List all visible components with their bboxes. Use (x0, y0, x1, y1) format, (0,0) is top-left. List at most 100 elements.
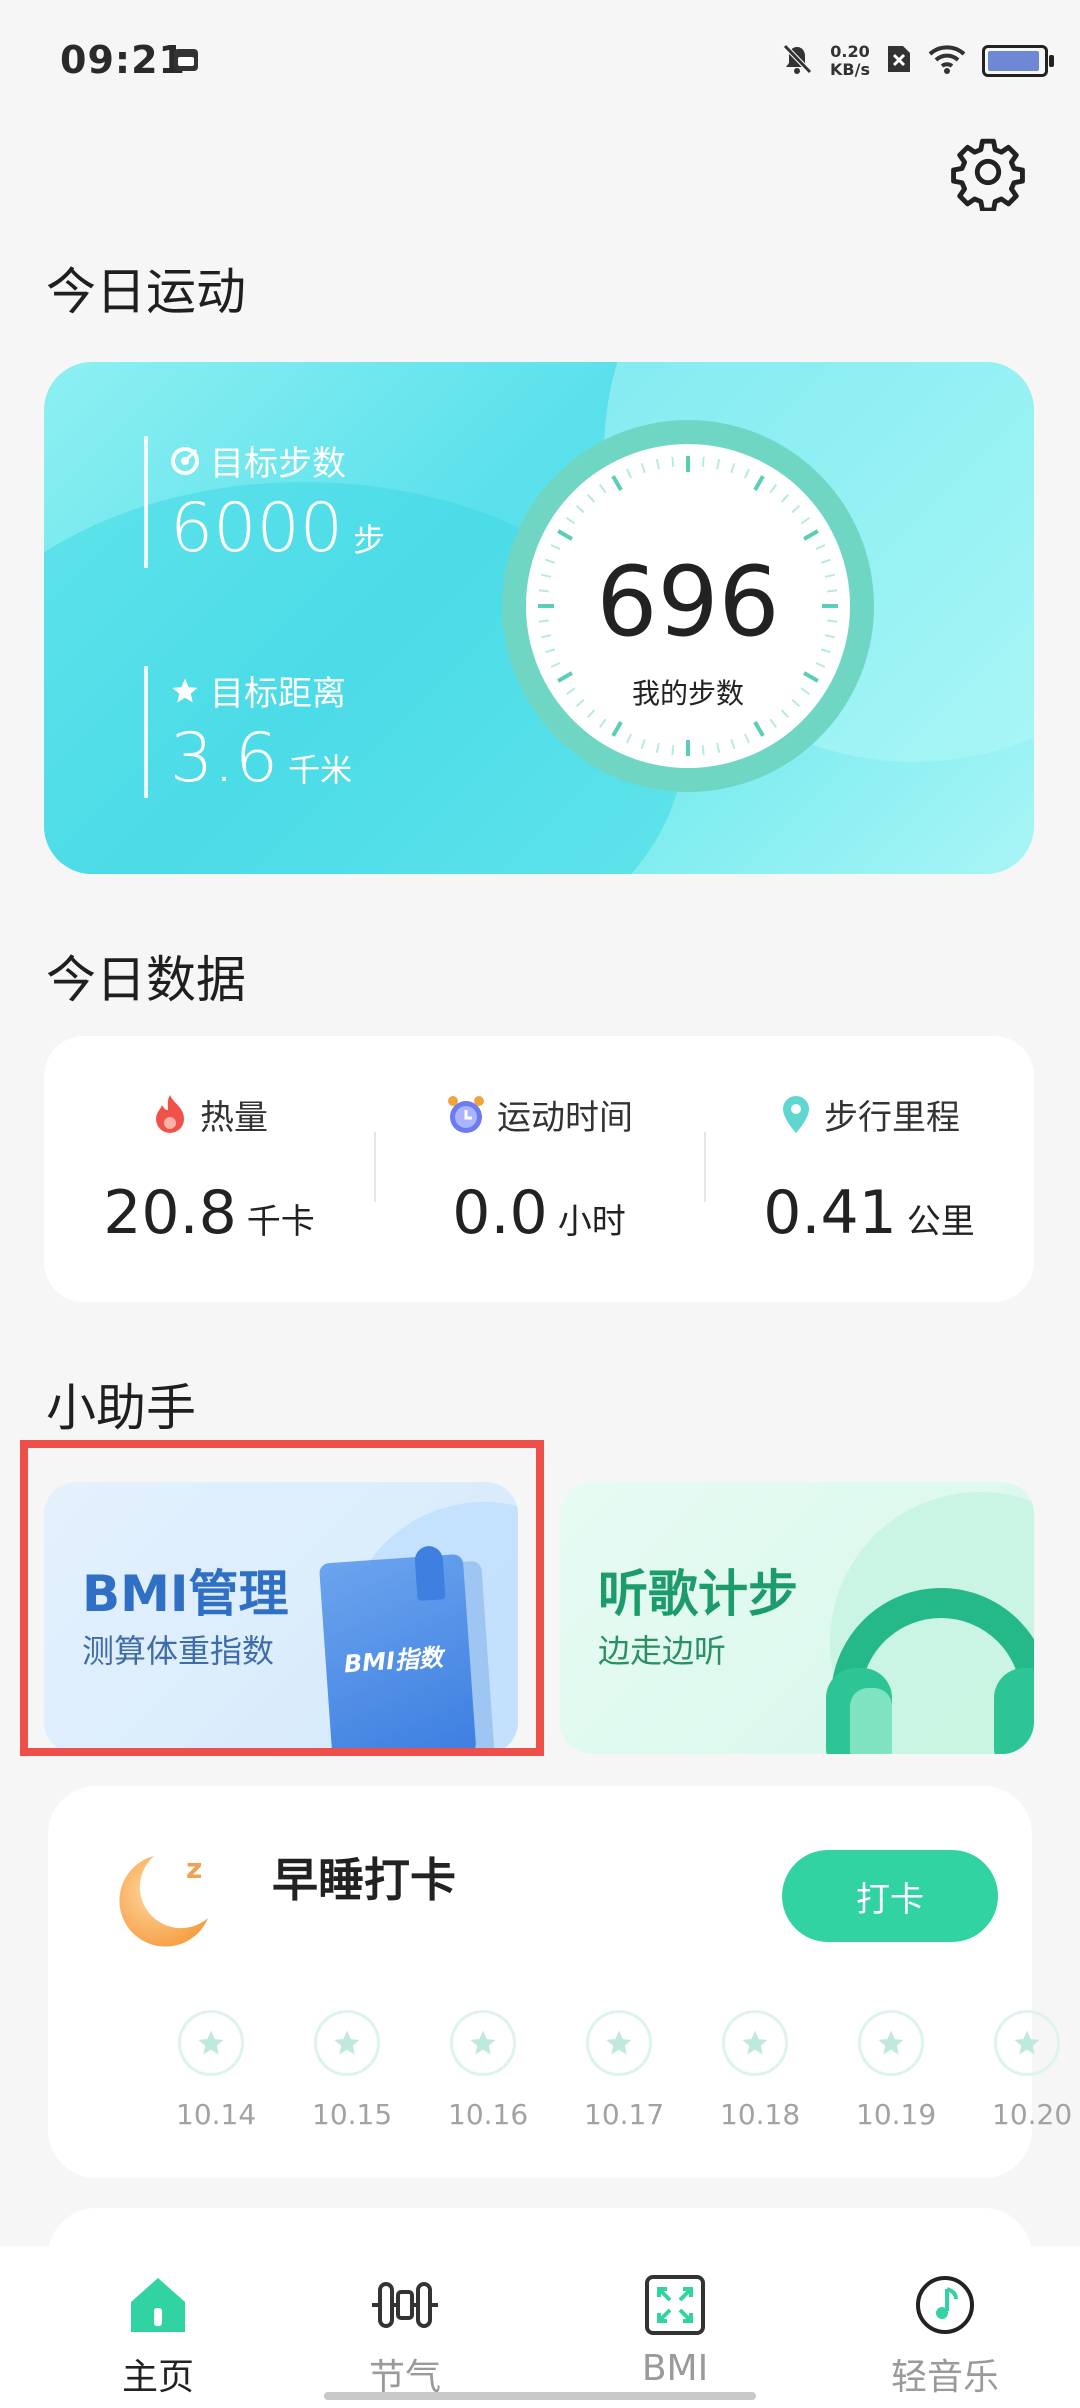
settings-button[interactable] (940, 124, 1036, 220)
checkin-day: 10.19 (856, 2010, 937, 2131)
checkin-day-date: 10.20 (992, 2098, 1073, 2131)
dial-tick (566, 517, 576, 525)
dial-tick (671, 456, 675, 467)
dial-tick (599, 484, 607, 494)
dial-tick (769, 484, 777, 494)
svg-text:z: z (186, 1852, 202, 1885)
sleep-checkin-card: z 早睡打卡 打卡 10.14 10.15 10.16 10.17 10.18 10.19… (48, 1786, 1072, 2178)
dial-tick (753, 721, 765, 737)
nav-bmi[interactable]: BMI (575, 2270, 775, 2389)
checkin-day-date: 10.19 (856, 2098, 937, 2131)
checkin-day-date: 10.15 (312, 2098, 393, 2131)
music-card-subtitle: 边走边听 (598, 1632, 727, 1670)
dial-tick (640, 463, 646, 474)
home-icon (131, 2278, 185, 2332)
checkin-day: 10.15 (312, 2010, 393, 2131)
nav-light-music[interactable]: 轻音乐 (845, 2270, 1045, 2400)
walking-distance-label: 步行里程 (824, 1098, 960, 1138)
calories-label: 热量 (200, 1098, 268, 1138)
target-steps-unit: 步 (353, 521, 386, 559)
checkin-day: 10.16 (448, 2010, 528, 2131)
music-steps-card[interactable]: 听歌计步 边走边听 (560, 1482, 1034, 1754)
dial-tick (575, 504, 585, 514)
dial-tick (640, 738, 646, 749)
mute-bell-icon (780, 42, 814, 80)
target-steps-value: 6000 (170, 489, 344, 568)
checkin-day: 10.20 (992, 2010, 1073, 2131)
star-icon (742, 2030, 768, 2055)
checkin-day-date: 10.14 (176, 2098, 257, 2131)
target-distance-label: 目标距离 (210, 674, 346, 714)
net-speed-unit: KB/s (830, 60, 870, 79)
target-distance-value: 3.6 (170, 719, 279, 798)
nav-home-label: 主页 (121, 2357, 194, 2398)
dial-tick (557, 529, 573, 541)
music-card-title: 听歌计步 (598, 1565, 798, 1623)
exercise-time-unit: 小时 (557, 1202, 626, 1242)
dial-tick (753, 475, 765, 491)
star-icon (878, 2030, 904, 2055)
day-star-badge (858, 2010, 924, 2076)
dumbbell-icon (372, 2282, 438, 2328)
nav-home[interactable]: 主页 (58, 2270, 258, 2400)
battery-icon (982, 45, 1054, 77)
dial-tick (716, 459, 721, 470)
home-indicator (324, 2392, 756, 2400)
status-icons: 0.20 KB/s (780, 36, 1054, 86)
dial-tick (744, 468, 750, 479)
star-icon (334, 2030, 360, 2055)
step-dial: 696 我的步数 (502, 420, 874, 792)
walking-distance-stat: 步行里程 0.41 公里 (704, 1036, 1034, 1302)
calories-stat: 热量 20.8 千卡 (44, 1036, 374, 1302)
dial-tick (550, 662, 561, 668)
target-steps: 目标步数 6000 步 (144, 436, 385, 568)
star-icon (606, 2030, 632, 2055)
checkin-day: 10.17 (584, 2010, 665, 2131)
today-data-card: 热量 20.8 千卡 运动时间 0.0 小时 步行里程 0.41 公里 (44, 1036, 1034, 1302)
checkin-button[interactable]: 打卡 (782, 1850, 998, 1942)
dial-tick (599, 718, 607, 728)
calories-unit: 千卡 (246, 1202, 315, 1242)
target-icon (171, 446, 199, 475)
headphones-icon (826, 1588, 1034, 1754)
day-star-badge (586, 2010, 652, 2076)
my-steps-label: 我的步数 (631, 677, 744, 710)
day-star-badge (450, 2010, 516, 2076)
assistant-title: 小助手 (46, 1379, 196, 1437)
activity-card[interactable]: 目标步数 6000 步 目标距离 3.6 千米 696 我的步数 (44, 362, 1034, 874)
exercise-time-label: 运动时间 (497, 1098, 633, 1138)
checkin-day-date: 10.18 (720, 2098, 801, 2131)
calories-value: 20.8 (103, 1178, 237, 1248)
bmi-card-highlight (20, 1440, 544, 1756)
nav-solar-terms[interactable]: 节气 (305, 2270, 505, 2400)
moon-sleep-icon: z (119, 1852, 208, 1947)
exercise-time-stat: 运动时间 0.0 小时 (374, 1036, 704, 1302)
dial-tick (626, 468, 632, 479)
net-speed-value: 0.20 (830, 42, 870, 61)
checkin-day: 10.18 (720, 2010, 801, 2131)
alarm-clock-icon (448, 1095, 484, 1133)
step-dial-face: 696 我的步数 (526, 444, 850, 768)
status-time: 09:21 (60, 38, 186, 82)
sleep-checkin-title: 早睡打卡 (272, 1853, 456, 1907)
dial-tick (780, 493, 790, 503)
wifi-icon (928, 44, 966, 78)
day-star-badge (722, 2010, 788, 2076)
dial-tick (730, 463, 736, 474)
checkin-day-date: 10.17 (584, 2098, 665, 2131)
calendar-status-icon (172, 46, 200, 74)
expand-frame-icon (645, 2275, 705, 2335)
target-steps-label: 目标步数 (210, 444, 346, 484)
target-distance: 目标距离 3.6 千米 (144, 666, 352, 798)
star-icon (172, 678, 198, 702)
gear-icon (951, 138, 1025, 211)
dial-tick (655, 459, 660, 470)
battery-fill (988, 51, 1039, 71)
my-steps-value: 696 (596, 546, 780, 658)
dial-tick (716, 742, 721, 753)
checkin-day: 10.14 (176, 2010, 257, 2131)
star-icon (470, 2030, 496, 2055)
bottom-nav: 主页 节气 BMI 轻音乐 (0, 2246, 1080, 2408)
dial-tick (791, 504, 801, 514)
dial-tick (803, 529, 819, 541)
